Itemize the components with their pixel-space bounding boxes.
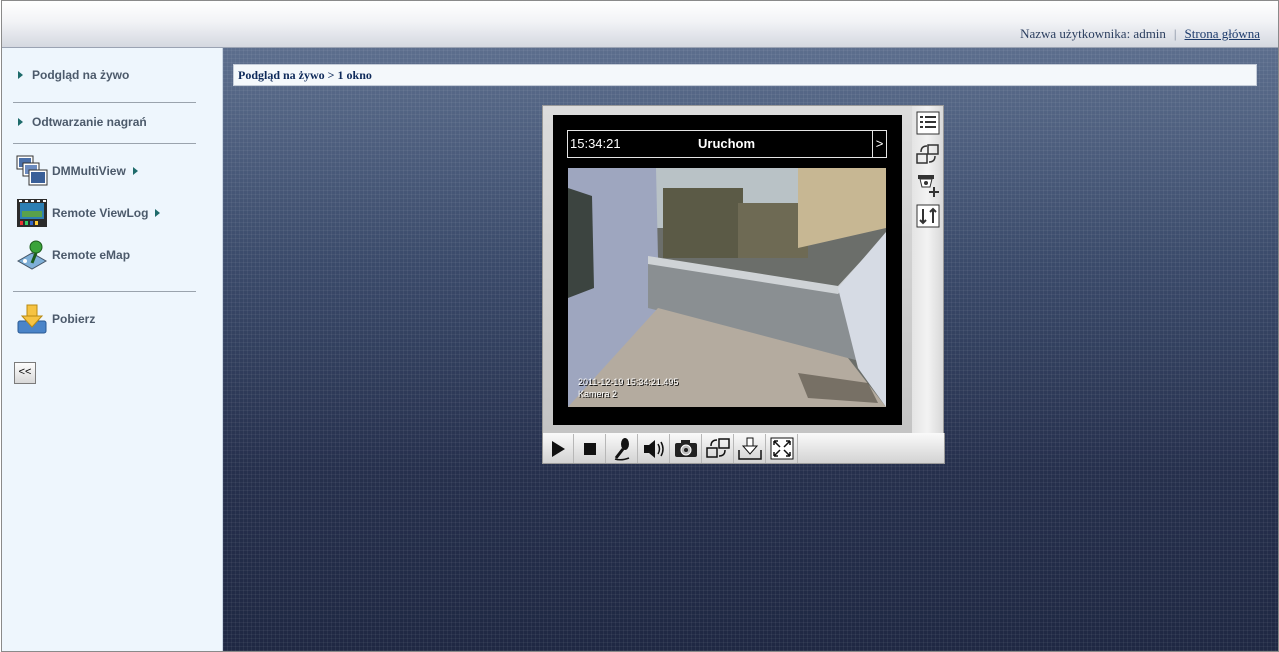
triangle-right-icon — [18, 71, 23, 79]
swap-window-icon[interactable] — [915, 141, 941, 167]
sidebar-divider — [13, 291, 196, 292]
viewer-screen: 15:34:21 Uruchom > 2011-12-19 15:34:21.4… — [553, 115, 902, 425]
stop-icon[interactable] — [575, 434, 606, 463]
multiview-icon — [16, 155, 48, 187]
sidebar-divider — [13, 102, 196, 103]
tool-dmmultiview[interactable]: DMMultiView — [16, 155, 138, 187]
play-icon[interactable] — [543, 434, 574, 463]
swap-window-icon[interactable] — [703, 434, 734, 463]
main-content: Podgląd na żywo > 1 okno 15:34:21 Urucho… — [223, 48, 1278, 651]
viewer-status: Uruchom — [698, 136, 756, 151]
viewer-side-toolbar — [912, 105, 944, 435]
osd-timestamp: 2011-12-19 15:34:21.495 — [578, 377, 679, 387]
breadcrumb: Podgląd na żywo > 1 okno — [233, 64, 1257, 86]
camera-video-feed[interactable]: 2011-12-19 15:34:21.495 Kamera 2 — [568, 168, 886, 407]
viewer-body: 15:34:21 Uruchom > 2011-12-19 15:34:21.4… — [542, 105, 914, 435]
triangle-right-icon — [18, 118, 23, 126]
sidebar-item-playback[interactable]: Odtwarzanie nagrań — [18, 115, 147, 129]
viewlog-film-icon — [16, 197, 48, 229]
osd-camera-name: Kamera 2 — [578, 389, 618, 399]
sidebar-item-live-view[interactable]: Podgląd na żywo — [18, 68, 129, 82]
download-icon[interactable] — [735, 434, 766, 463]
top-header: Nazwa użytkownika: admin | Strona główna — [2, 1, 1278, 48]
viewer-time: 15:34:21 — [570, 136, 621, 151]
tool-label: Remote eMap — [52, 248, 131, 262]
tool-label: Pobierz — [52, 312, 96, 326]
channel-switch-icon[interactable] — [915, 203, 941, 229]
collapse-sidebar-button[interactable]: << — [14, 362, 36, 384]
sidebar: Podgląd na żywo Odtwarzanie nagrań DMMul… — [2, 48, 223, 651]
video-viewer: 15:34:21 Uruchom > 2011-12-19 15:34:21.4… — [542, 105, 945, 464]
download-icon — [16, 303, 48, 335]
snapshot-camera-icon[interactable] — [671, 434, 702, 463]
tool-remote-emap[interactable]: Remote eMap — [16, 239, 130, 271]
sidebar-divider — [13, 143, 196, 144]
viewer-control-bar — [542, 433, 945, 464]
tool-download[interactable]: Pobierz — [16, 303, 95, 335]
tool-label: Remote ViewLog — [52, 206, 149, 220]
viewer-title-bar: 15:34:21 Uruchom > — [567, 130, 887, 158]
emap-icon — [16, 239, 48, 271]
ptz-camera-icon[interactable] — [915, 172, 941, 198]
viewer-next-button[interactable]: > — [872, 131, 886, 157]
camera-frame-image — [568, 168, 886, 407]
header-separator: | — [1173, 26, 1177, 41]
microphone-icon[interactable] — [607, 434, 638, 463]
sidebar-item-label: Odtwarzanie nagrań — [32, 115, 147, 129]
tool-label: DMMultiView — [52, 164, 126, 178]
sidebar-item-label: Podgląd na żywo — [32, 68, 130, 82]
username-label: Nazwa użytkownika: admin — [1020, 26, 1166, 41]
triangle-right-icon — [132, 167, 138, 175]
user-info: Nazwa użytkownika: admin | Strona główna — [1020, 26, 1260, 42]
list-menu-icon[interactable] — [915, 110, 941, 136]
speaker-icon[interactable] — [639, 434, 670, 463]
app-window: Nazwa użytkownika: admin | Strona główna P… — [1, 0, 1279, 652]
home-link[interactable]: Strona główna — [1185, 26, 1260, 41]
tool-remote-viewlog[interactable]: Remote ViewLog — [16, 197, 161, 229]
triangle-right-icon — [155, 209, 161, 217]
fullscreen-icon[interactable] — [767, 434, 798, 463]
